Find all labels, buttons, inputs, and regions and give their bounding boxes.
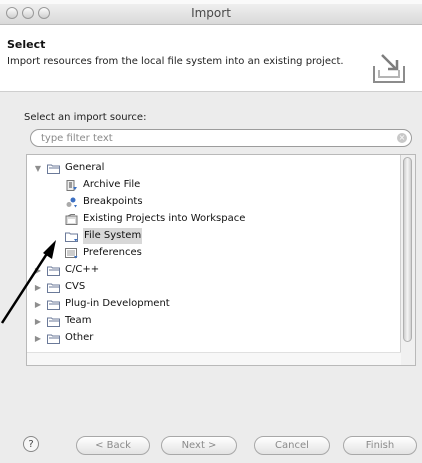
- tree-item-archive-file[interactable]: Archive File: [65, 177, 140, 193]
- tree-item-label: Breakpoints: [83, 196, 143, 207]
- folder-icon: [47, 283, 60, 293]
- tree-vertical-scrollbar[interactable]: [400, 155, 415, 365]
- tree-item-other[interactable]: ▶ Other: [33, 330, 93, 346]
- folder-icon: [47, 300, 60, 310]
- tree-item-c-cpp[interactable]: ▶ C/C++: [33, 262, 99, 278]
- tree-item-label: C/C++: [65, 264, 100, 275]
- existing-projects-icon: [65, 213, 78, 225]
- tree-item-existing-projects[interactable]: Existing Projects into Workspace: [65, 211, 245, 227]
- folder-icon: [47, 334, 60, 344]
- window-title: Import: [191, 6, 231, 20]
- tree-item-label: File System: [83, 228, 143, 244]
- cancel-button[interactable]: Cancel: [254, 436, 330, 455]
- import-source-label: Select an import source:: [24, 112, 147, 123]
- collapsed-twisty-icon[interactable]: ▶: [33, 266, 43, 275]
- collapsed-twisty-icon[interactable]: ▶: [33, 300, 43, 309]
- import-dialog: Import Select Import resources from the …: [0, 0, 422, 463]
- open-folder-icon: [47, 164, 60, 174]
- tree-item-label: General: [65, 162, 105, 173]
- collapsed-twisty-icon[interactable]: ▶: [33, 317, 43, 326]
- wizard-header: Select Import resources from the local f…: [0, 25, 422, 92]
- tree-item-preferences[interactable]: Preferences: [65, 245, 142, 261]
- collapsed-twisty-icon[interactable]: ▶: [33, 334, 43, 343]
- back-button[interactable]: < Back: [76, 436, 150, 455]
- collapsed-twisty-icon[interactable]: ▶: [33, 283, 43, 292]
- filter-field[interactable]: ×: [30, 129, 412, 147]
- tree-item-label: Plug-in Development: [65, 298, 170, 309]
- tree-horizontal-scrollbar[interactable]: [27, 352, 401, 365]
- breakpoints-icon: [66, 197, 77, 207]
- help-button[interactable]: ?: [23, 436, 39, 452]
- scrollbar-thumb[interactable]: [403, 157, 412, 342]
- tree-item-label: Team: [65, 315, 92, 326]
- tree-item-label: Other: [65, 332, 94, 343]
- file-system-icon: [65, 232, 78, 242]
- tree-item-team[interactable]: ▶ Team: [33, 313, 91, 329]
- import-source-tree[interactable]: ▼ General Archive File Breakpoints Exist…: [26, 154, 416, 366]
- tree-item-label: CVS: [65, 281, 86, 292]
- preferences-icon: [65, 247, 78, 258]
- next-button[interactable]: Next >: [161, 436, 237, 455]
- folder-icon: [47, 317, 60, 327]
- expanded-twisty-icon[interactable]: ▼: [33, 164, 43, 173]
- archive-file-icon: [66, 179, 77, 191]
- filter-input[interactable]: [41, 131, 381, 145]
- tree-item-file-system[interactable]: File System: [65, 228, 143, 244]
- clear-filter-icon[interactable]: ×: [397, 133, 407, 143]
- import-wizard-icon: [369, 51, 409, 85]
- tree-item-label: Existing Projects into Workspace: [83, 213, 246, 224]
- tree-item-breakpoints[interactable]: Breakpoints: [65, 194, 143, 210]
- title-bar: Import: [0, 4, 422, 25]
- tree-item-plug-in-development[interactable]: ▶ Plug-in Development: [33, 296, 170, 312]
- finish-button[interactable]: Finish: [343, 436, 417, 455]
- folder-icon: [47, 266, 60, 276]
- tree-item-cvs[interactable]: ▶ CVS: [33, 279, 85, 295]
- page-description: Import resources from the local file sys…: [7, 56, 344, 67]
- tree-item-label: Archive File: [83, 179, 141, 190]
- tree-item-general[interactable]: ▼ General: [33, 160, 104, 176]
- page-title: Select: [7, 38, 46, 51]
- tree-item-label: Preferences: [83, 247, 142, 258]
